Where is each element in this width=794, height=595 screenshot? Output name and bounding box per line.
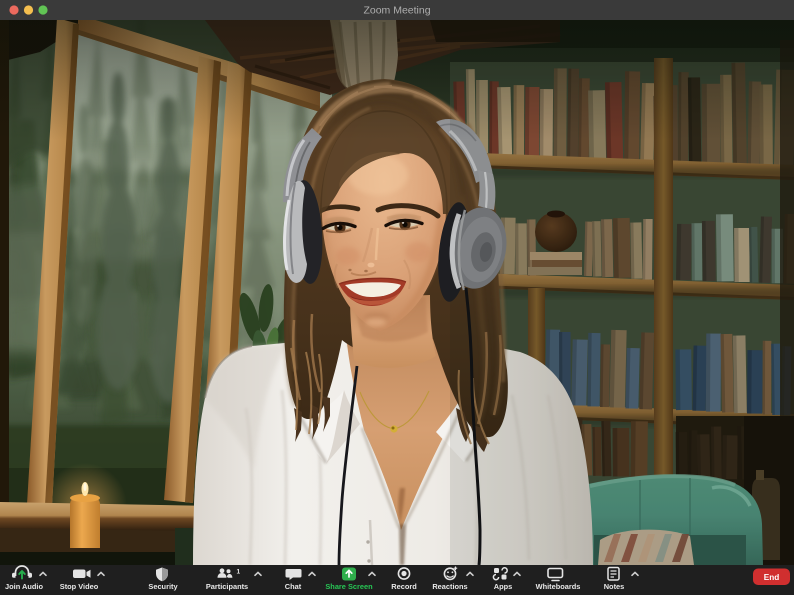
svg-text:Reactions: Reactions xyxy=(432,582,467,591)
svg-text:Whiteboards: Whiteboards xyxy=(536,582,581,591)
svg-text:End: End xyxy=(764,573,779,582)
svg-text:Share Screen: Share Screen xyxy=(325,582,373,591)
svg-text:Zoom Meeting: Zoom Meeting xyxy=(363,5,430,17)
svg-text:Participants: Participants xyxy=(206,582,248,591)
svg-text:1: 1 xyxy=(237,569,241,576)
svg-text:Record: Record xyxy=(391,582,417,591)
svg-text:Notes: Notes xyxy=(604,582,625,591)
svg-text:Chat: Chat xyxy=(285,582,302,591)
svg-text:Stop Video: Stop Video xyxy=(60,582,99,591)
svg-text:Join Audio: Join Audio xyxy=(5,582,43,591)
svg-text:Security: Security xyxy=(148,582,178,591)
svg-text:Apps: Apps xyxy=(494,582,512,591)
